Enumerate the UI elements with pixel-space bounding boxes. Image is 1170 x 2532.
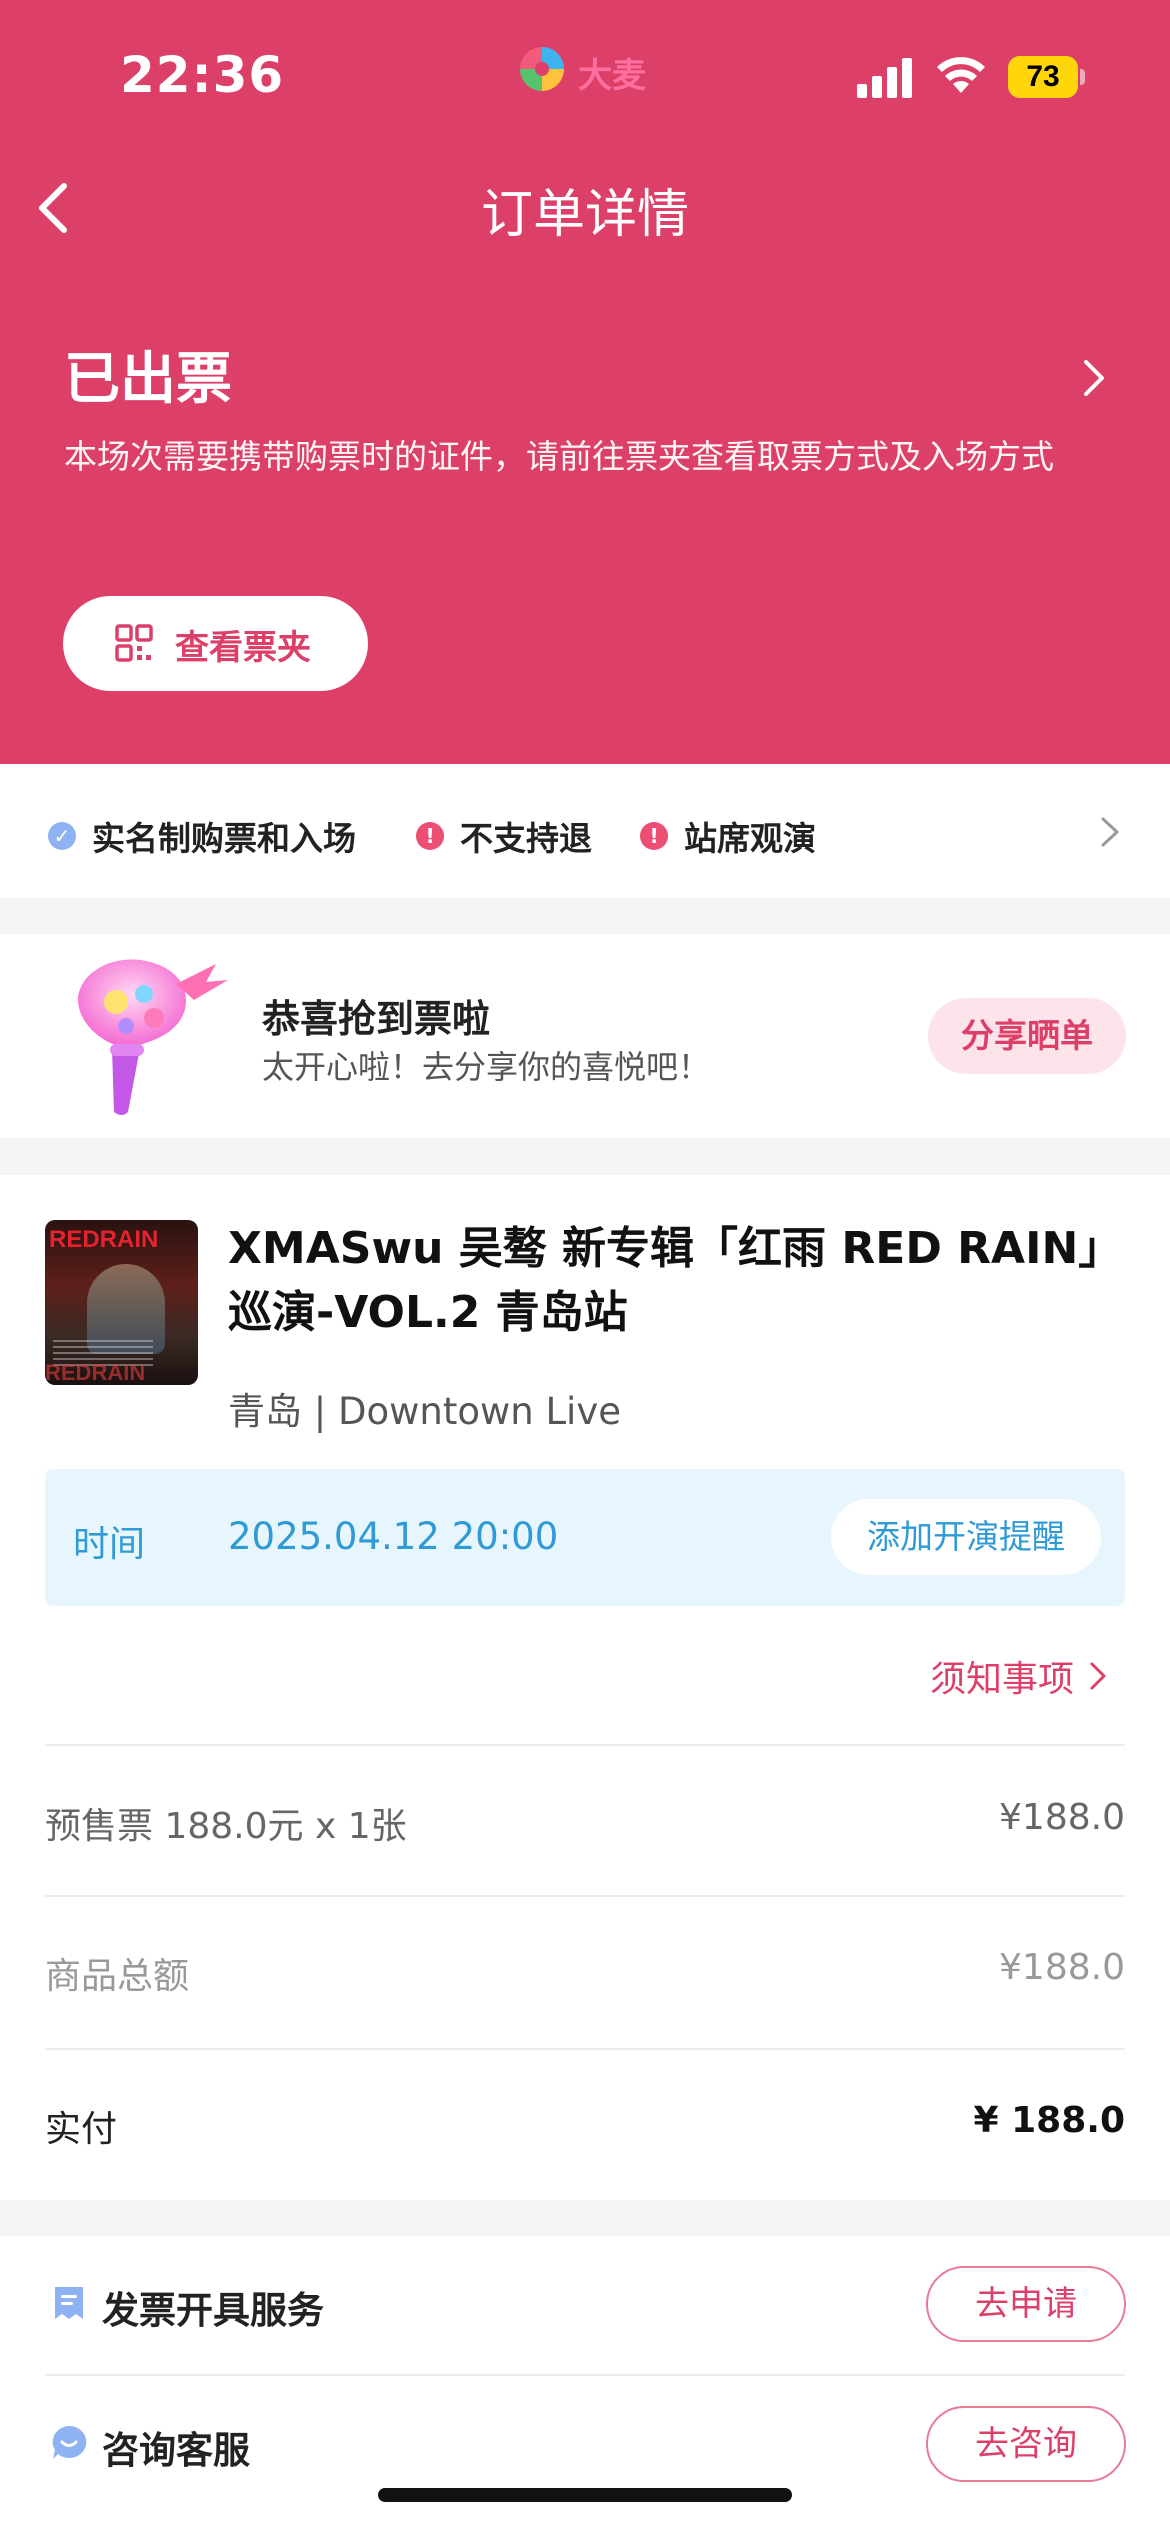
event-time-box: 时间 2025.04.12 20:00 添加开演提醒 bbox=[45, 1469, 1125, 1606]
customer-service-icon bbox=[52, 2425, 87, 2459]
poster-bottom-text: REDRAIN bbox=[45, 1360, 146, 1385]
app-logo-text: 大麦 bbox=[578, 56, 646, 96]
event-time-value: 2025.04.12 20:00 bbox=[228, 1515, 559, 1558]
notice-link[interactable]: 须知事项 bbox=[930, 1650, 1108, 1702]
ticket-line-price: ¥188.0 bbox=[999, 1797, 1125, 1838]
status-time: 22:36 bbox=[120, 46, 285, 104]
damai-logo-icon bbox=[520, 47, 564, 91]
order-status-title[interactable]: 已出票 bbox=[64, 334, 232, 415]
tag-label: 站席观演 bbox=[684, 819, 816, 858]
event-time-label: 时间 bbox=[73, 1524, 146, 1565]
divider bbox=[45, 2048, 1125, 2050]
ticket-line-label: 预售票 188.0元 x 1张 bbox=[45, 1806, 407, 1847]
status-bar: 22:36 大麦 73 bbox=[0, 0, 1170, 150]
invoice-service-label: 发票开具服务 bbox=[102, 2289, 324, 2332]
qr-code-icon bbox=[115, 624, 153, 662]
battery-level: 73 bbox=[1008, 56, 1078, 98]
exclamation-circle-icon: ! bbox=[640, 822, 668, 850]
invoice-icon bbox=[55, 2287, 83, 2319]
page-title: 订单详情 bbox=[480, 185, 689, 245]
tag-real-name: ✓ 实名制购票和入场 bbox=[48, 812, 356, 860]
lightstick-illustration-icon bbox=[77, 959, 228, 1115]
subtotal-value: ¥188.0 bbox=[999, 1947, 1125, 1988]
home-indicator[interactable] bbox=[378, 2488, 792, 2502]
battery-cap bbox=[1080, 69, 1085, 85]
chevron-right-icon[interactable] bbox=[1098, 814, 1122, 850]
event-title[interactable]: XMASwu 吴骜 新专辑「红雨 RED RAIN」巡演-VOL.2 青岛站 bbox=[228, 1217, 1128, 1345]
cellular-signal-icon bbox=[857, 58, 912, 98]
wifi-icon bbox=[937, 57, 985, 93]
subtotal-label: 商品总额 bbox=[45, 1956, 190, 1997]
paid-label: 实付 bbox=[45, 2109, 118, 2150]
divider bbox=[45, 1895, 1125, 1897]
ticket-policy-tags[interactable]: ✓ 实名制购票和入场 ! 不支持退 ! 站席观演 bbox=[0, 764, 1170, 898]
customer-service-label: 咨询客服 bbox=[102, 2429, 250, 2472]
tag-no-refund: ! 不支持退 bbox=[416, 812, 592, 860]
tag-label: 不支持退 bbox=[460, 819, 592, 858]
tag-standing: ! 站席观演 bbox=[640, 812, 816, 860]
check-circle-icon: ✓ bbox=[48, 822, 76, 850]
add-reminder-button[interactable]: 添加开演提醒 bbox=[831, 1499, 1101, 1575]
view-ticket-folder-label: 查看票夹 bbox=[175, 628, 311, 668]
share-button[interactable]: 分享晒单 bbox=[928, 998, 1126, 1074]
battery-indicator: 73 bbox=[1008, 56, 1085, 98]
tag-label: 实名制购票和入场 bbox=[92, 819, 356, 858]
event-card: REDRAIN REDRAIN XMASwu 吴骜 新专辑「红雨 RED RAI… bbox=[0, 1175, 1170, 2200]
congrats-title: 恭喜抢到票啦 bbox=[262, 997, 491, 1041]
order-status-description: 本场次需要携带购票时的证件，请前往票夹查看取票方式及入场方式 bbox=[64, 437, 1054, 476]
divider bbox=[45, 2374, 1125, 2376]
chevron-right-icon bbox=[1090, 1662, 1106, 1690]
divider bbox=[45, 1744, 1125, 1746]
event-venue: 青岛 | Downtown Live bbox=[228, 1390, 621, 1433]
apply-invoice-button[interactable]: 去申请 bbox=[926, 2266, 1126, 2342]
notice-link-label: 须知事项 bbox=[930, 1659, 1075, 1700]
chevron-right-icon[interactable] bbox=[1080, 356, 1108, 400]
congrats-subtitle: 太开心啦！去分享你的喜悦吧！ bbox=[262, 1048, 711, 1086]
app-logo: 大麦 bbox=[516, 44, 656, 96]
event-poster-image[interactable]: REDRAIN REDRAIN bbox=[45, 1220, 198, 1385]
order-status-header: 22:36 大麦 73 订单详情 已出票 本场次需要携带购票时的证件，请前往票夹… bbox=[0, 0, 1170, 764]
poster-title-text: REDRAIN bbox=[49, 1226, 159, 1253]
exclamation-circle-icon: ! bbox=[416, 822, 444, 850]
paid-value: ¥ 188.0 bbox=[973, 2100, 1125, 2141]
consult-button[interactable]: 去咨询 bbox=[926, 2406, 1126, 2482]
view-ticket-folder-button[interactable]: 查看票夹 bbox=[63, 596, 368, 691]
congrats-banner: 恭喜抢到票啦 太开心啦！去分享你的喜悦吧！ 分享晒单 bbox=[0, 934, 1170, 1138]
